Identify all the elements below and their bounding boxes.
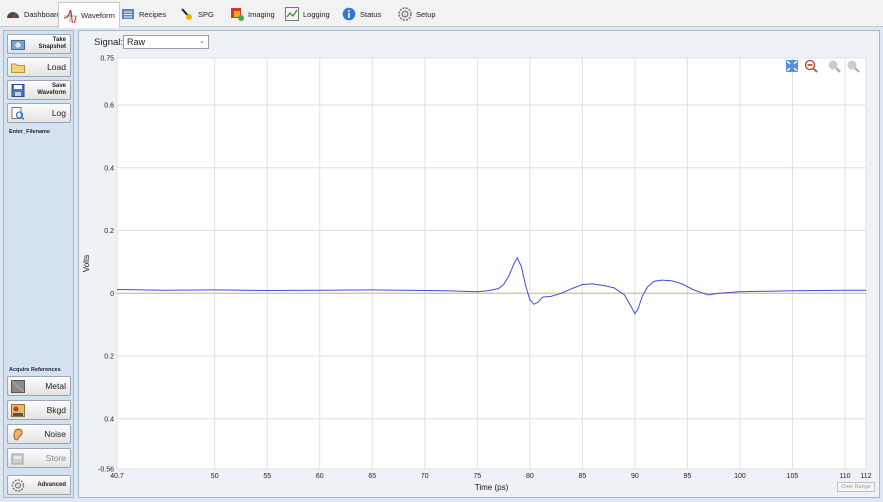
waveform-icon: [63, 9, 77, 26]
x-tick-label: 100: [734, 473, 746, 480]
y-tick-label: 0.75: [100, 56, 114, 63]
chevron-down-icon: ⌄: [199, 38, 205, 45]
zoom-region-icon[interactable]: [804, 59, 818, 73]
over-range-indicator: Over Range: [837, 482, 875, 492]
plot-area: [116, 57, 867, 470]
metal-plate-icon: [11, 379, 25, 393]
take-snapshot-button[interactable]: Take Snapshot: [7, 34, 71, 54]
main-navigation: Dashboard Waveform Recipes SPG Imaging L…: [0, 0, 883, 28]
log-button[interactable]: Log: [7, 103, 71, 123]
floppy-disk-icon: [11, 83, 25, 97]
tab-setup[interactable]: Setup: [394, 2, 440, 26]
tab-recipes[interactable]: Recipes: [117, 2, 170, 26]
store-label: Store: [45, 453, 66, 463]
noise-button[interactable]: Noise: [7, 424, 71, 444]
tab-status[interactable]: Status: [338, 2, 385, 26]
x-tick-label: 80: [526, 473, 534, 480]
zoom-in-icon[interactable]: [827, 59, 841, 73]
gear-icon: [398, 7, 412, 21]
x-tick-label: 85: [578, 473, 586, 480]
zoom-out-icon[interactable]: [846, 59, 860, 73]
y-tick-label: 0: [110, 291, 114, 298]
x-tick-label: 60: [316, 473, 324, 480]
logging-icon: [285, 7, 299, 21]
tab-imaging[interactable]: Imaging: [226, 2, 279, 26]
tab-dashboard[interactable]: Dashboard: [2, 2, 65, 26]
y-tick-label: 0.2: [104, 228, 114, 235]
y-tick-label: 0.6: [104, 103, 114, 110]
y-tick-label: 0.4: [104, 165, 114, 172]
tab-label: SPG: [198, 9, 214, 19]
take-snapshot-label: Take Snapshot: [38, 37, 66, 50]
x-tick-label: 95: [684, 473, 692, 480]
tab-logging[interactable]: Logging: [281, 2, 334, 26]
y-tick-label: -0.56: [98, 467, 114, 474]
x-tick-label: 112: [860, 473, 871, 480]
background-scene-icon: [11, 403, 25, 417]
signal-label: Signal:: [94, 37, 124, 48]
gauge-icon: [6, 7, 20, 21]
signal-select[interactable]: Raw ⌄: [123, 35, 209, 49]
bkgd-button[interactable]: Bkgd: [7, 400, 71, 420]
ear-icon: [11, 427, 25, 441]
save-waveform-button[interactable]: Save Waveform: [7, 80, 71, 100]
spg-icon: [180, 7, 194, 21]
tab-label: Waveform: [81, 11, 115, 20]
metal-label: Metal: [45, 381, 66, 391]
x-tick-label: 70: [421, 473, 429, 480]
load-label: Load: [47, 62, 66, 72]
x-tick-label: 50: [211, 473, 219, 480]
filename-label: Enter_Filename: [9, 129, 50, 135]
tab-waveform[interactable]: Waveform: [58, 2, 120, 28]
bkgd-label: Bkgd: [46, 405, 66, 415]
log-label: Log: [51, 108, 66, 118]
save-waveform-label: Save Waveform: [37, 83, 66, 96]
signal-select-value: Raw: [127, 37, 146, 47]
tab-label: Imaging: [248, 9, 275, 19]
tab-label: Logging: [303, 9, 330, 19]
x-tick-label: 110: [839, 473, 850, 480]
x-tick-label: 90: [631, 473, 639, 480]
folder-icon: [11, 61, 25, 74]
y-axis-title: Volts: [82, 255, 91, 272]
tab-label: Setup: [416, 9, 436, 19]
y-tick-label: 0.2: [104, 354, 114, 361]
info-icon: [342, 7, 356, 21]
x-tick-label: 105: [787, 473, 799, 480]
metal-button[interactable]: Metal: [7, 376, 71, 396]
load-button[interactable]: Load: [7, 57, 71, 77]
x-tick-label: 75: [473, 473, 481, 480]
tab-label: Recipes: [139, 9, 167, 19]
waveform-panel: 40.7 50 55 60 65 70 75 80 85 90 95 100 105 110 112 0.75…: [78, 30, 880, 498]
waveform-chart[interactable]: 40.7 50 55 60 65 70 75 80 85 90 95 100 105 110 112 0.75…: [79, 31, 881, 499]
left-panel: Take Snapshot Load Save Waveform Log Ent…: [3, 30, 74, 498]
tab-label: Dashboard: [24, 9, 61, 19]
tab-label: Status: [360, 9, 382, 19]
imaging-icon: [230, 7, 244, 21]
x-tick-label: 55: [263, 473, 271, 480]
advanced-label: Advanced: [37, 481, 66, 488]
x-tick-label: 40.7: [110, 473, 124, 480]
advanced-button[interactable]: Advanced: [7, 475, 71, 495]
log-magnifier-icon: [11, 106, 25, 120]
zoom-fit-icon[interactable]: [785, 59, 799, 73]
advanced-gear-icon: [11, 478, 25, 492]
noise-label: Noise: [44, 429, 66, 439]
store-button[interactable]: Store: [7, 448, 71, 468]
store-icon: [11, 452, 25, 465]
acquire-references-label: Acquire References: [9, 367, 61, 373]
x-axis-title: Time (ps): [475, 483, 509, 492]
x-tick-label: 65: [368, 473, 376, 480]
camera-icon: [11, 38, 25, 51]
list-icon: [121, 7, 135, 21]
tab-spg[interactable]: SPG: [176, 2, 218, 26]
y-tick-label: 0.4: [104, 416, 114, 423]
